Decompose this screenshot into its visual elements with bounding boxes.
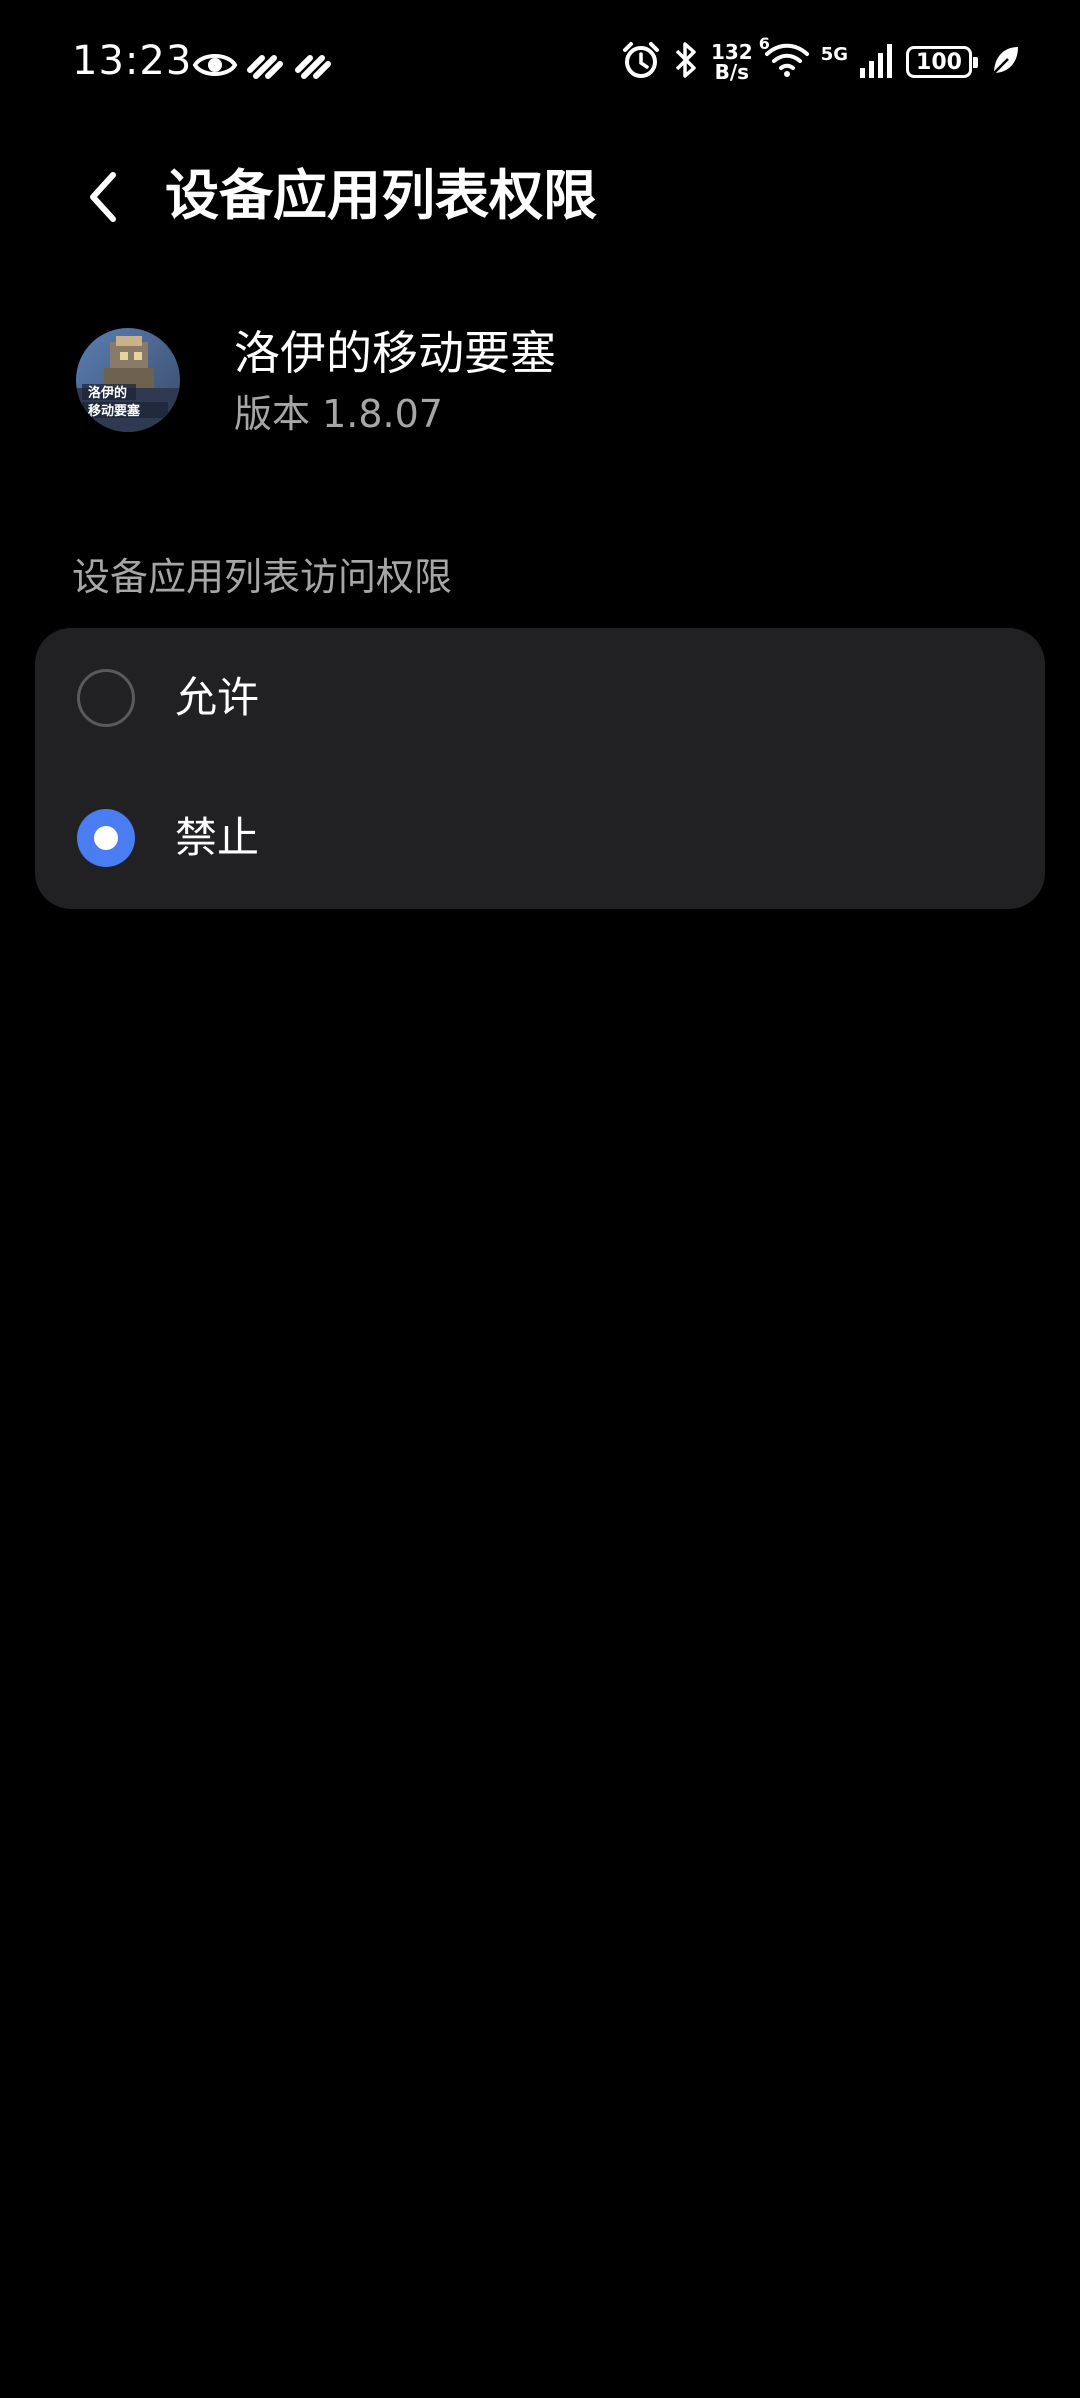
app-version: 版本 1.8.07 bbox=[234, 392, 443, 436]
option-label: 禁止 bbox=[175, 813, 260, 862]
network-type: 5G bbox=[820, 43, 848, 65]
status-left-icons bbox=[192, 44, 334, 90]
back-arrow-icon bbox=[83, 169, 123, 229]
status-time: 13:23 bbox=[72, 38, 193, 84]
option-deny[interactable]: 禁止 bbox=[35, 768, 1045, 908]
status-bar: 13:23 132 B/s 6 5G 100 bbox=[0, 0, 1080, 130]
net-speed: 132 B/s bbox=[711, 42, 753, 82]
radio-button-unchecked[interactable] bbox=[77, 669, 135, 727]
page-title: 设备应用列表权限 bbox=[165, 164, 597, 227]
option-label: 允许 bbox=[175, 673, 260, 722]
section-label: 设备应用列表访问权限 bbox=[72, 555, 453, 599]
link-icon bbox=[292, 44, 334, 90]
wifi-badge: 6 bbox=[758, 34, 770, 53]
status-right-icons: 132 B/s 6 5G 100 bbox=[621, 34, 1020, 84]
net-speed-value: 132 bbox=[710, 40, 753, 64]
header: 设备应用列表权限 bbox=[0, 150, 1080, 240]
radio-button-checked[interactable] bbox=[77, 809, 135, 867]
app-icon: 洛伊的 移动要塞 bbox=[76, 328, 180, 432]
link-icon bbox=[244, 44, 286, 90]
permission-options-card: 允许 禁止 bbox=[35, 628, 1045, 909]
leaf-icon bbox=[990, 43, 1020, 81]
signal-icon bbox=[858, 40, 896, 84]
app-name: 洛伊的移动要塞 bbox=[234, 326, 556, 380]
wifi-icon: 6 bbox=[759, 34, 811, 84]
net-speed-unit: B/s bbox=[714, 60, 750, 84]
svg-text:移动要塞: 移动要塞 bbox=[88, 403, 141, 419]
battery-icon: 100 bbox=[906, 46, 978, 78]
eye-icon bbox=[192, 44, 238, 90]
app-info: 洛伊的 移动要塞 洛伊的移动要塞 版本 1.8.07 bbox=[76, 325, 1006, 445]
option-allow[interactable]: 允许 bbox=[35, 628, 1045, 768]
back-button[interactable] bbox=[68, 164, 138, 234]
bluetooth-icon bbox=[671, 40, 701, 84]
alarm-icon bbox=[621, 40, 661, 84]
svg-text:洛伊的: 洛伊的 bbox=[88, 385, 127, 401]
battery-level: 100 bbox=[916, 49, 962, 75]
